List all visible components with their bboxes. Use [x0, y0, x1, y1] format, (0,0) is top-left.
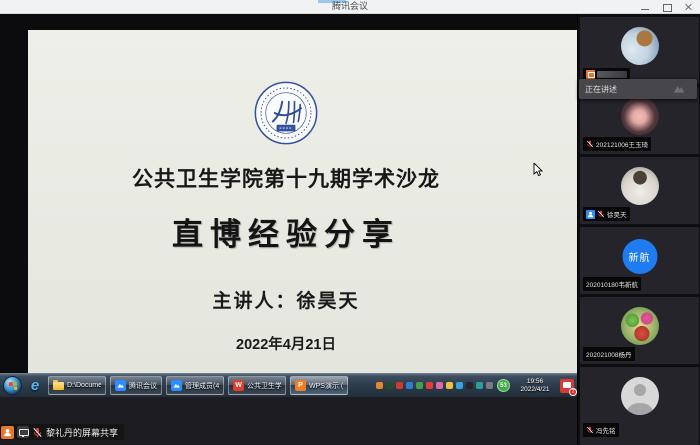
avatar — [621, 167, 659, 205]
participant-name-obscured — [597, 71, 627, 78]
slide-main-title: 直博经验分享 — [28, 209, 544, 254]
participant-name-tag: 202021008杨丹 — [583, 347, 635, 361]
tray-icon[interactable] — [466, 382, 473, 389]
tray-icon[interactable] — [396, 382, 403, 389]
college-seal-logo — [253, 80, 319, 146]
start-button-icon[interactable] — [3, 376, 22, 395]
host-badge-icon — [586, 210, 595, 219]
meeting-bottom-area: 黎礼丹的屏幕共享 — [0, 397, 577, 445]
avatar-initials: 新航 — [622, 239, 657, 274]
tray-icons — [376, 382, 493, 389]
tray-icon[interactable] — [416, 382, 423, 389]
clock-date: 2022/4/21 — [514, 386, 556, 394]
sharer-person-icon — [1, 426, 14, 439]
muted-mic-icon — [597, 210, 605, 218]
taskbar-button-wps-presentation[interactable]: P WPS演示 (07... — [290, 376, 348, 395]
participant-tile[interactable]: 冯先铭 — [580, 367, 699, 445]
taskbar-button-members[interactable]: 管理成员(40) — [166, 376, 224, 395]
participants-sidebar: 正在讲述 202121006王玉琦 徐昊天 新航 202010180韦新航 20… — [577, 14, 700, 445]
maximize-button[interactable] — [660, 1, 674, 13]
participant-tile[interactable] — [580, 17, 699, 84]
minimize-button[interactable] — [638, 1, 652, 13]
participant-tile[interactable]: 新航 202010180韦新航 — [580, 227, 699, 294]
notification-badge: 2 — [569, 388, 577, 396]
taskbar-button-wps-doc[interactable]: W 公共卫生学院... — [228, 376, 286, 395]
participant-name-tag: 202121006王玉琦 — [583, 137, 651, 151]
clock-time: 19:56 — [514, 378, 556, 386]
screen-share-text: 黎礼丹的屏幕共享 — [46, 426, 118, 439]
muted-mic-icon — [586, 426, 594, 434]
shared-screen-area: 公共卫生学院第十九期学术沙龙 直博经验分享 主讲人：徐昊天 2022年4月21日… — [0, 14, 577, 445]
internet-explorer-icon[interactable]: e — [26, 376, 44, 396]
slide-date: 2022年4月21日 — [28, 333, 544, 354]
window-title: 腾讯会议 — [332, 0, 368, 13]
tray-icon[interactable] — [436, 382, 443, 389]
tray-icon[interactable] — [456, 382, 463, 389]
slide-presenter: 主讲人：徐昊天 — [28, 286, 544, 313]
participant-name-tag: 202010180韦新航 — [583, 277, 641, 291]
notification-icon[interactable]: 2 — [560, 379, 574, 393]
folder-icon — [53, 382, 64, 390]
wps-office-icon: W — [233, 380, 244, 391]
tray-icon[interactable] — [446, 382, 453, 389]
screen-share-status-bar: 黎礼丹的屏幕共享 — [0, 424, 124, 440]
tray-icon[interactable] — [486, 382, 493, 389]
participant-name-tag: 冯先铭 — [583, 423, 619, 437]
muted-mic-icon — [586, 140, 594, 148]
tencent-meeting-icon — [115, 380, 126, 391]
meeting-watermark-icon — [671, 83, 687, 95]
participant-tile[interactable]: 202021008杨丹 — [580, 297, 699, 364]
taskbar-button-explorer[interactable]: D:\Document... — [48, 376, 106, 395]
slide-series-title: 公共卫生学院第十九期学术沙龙 — [28, 163, 544, 193]
screen-share-icon — [17, 426, 29, 438]
avatar — [621, 27, 659, 65]
sharing-indicator-icon — [586, 70, 595, 79]
tray-icon[interactable] — [426, 382, 433, 389]
avatar — [621, 97, 659, 135]
tray-icon[interactable] — [386, 382, 393, 389]
close-button[interactable] — [682, 1, 696, 13]
windows-taskbar: e D:\Document... 腾讯会议 管理成员(40) W 公共卫生学院.… — [0, 373, 577, 397]
window-titlebar: 腾讯会议 — [0, 0, 700, 14]
avatar — [621, 307, 659, 345]
speaking-tooltip: 正在讲述 — [579, 79, 697, 99]
avatar-placeholder — [621, 377, 659, 415]
taskbar-button-meeting[interactable]: 腾讯会议 — [110, 376, 162, 395]
taskbar-clock[interactable]: 19:56 2022/4/21 — [514, 378, 556, 394]
tray-icon[interactable] — [476, 382, 483, 389]
participant-tile[interactable]: 徐昊天 — [580, 157, 699, 224]
tencent-meeting-icon — [171, 380, 182, 391]
tray-icon[interactable] — [376, 382, 383, 389]
presentation-slide: 公共卫生学院第十九期学术沙龙 直博经验分享 主讲人：徐昊天 2022年4月21日 — [28, 30, 577, 373]
wps-presentation-icon: P — [295, 380, 306, 391]
tray-icon[interactable] — [406, 382, 413, 389]
participant-name-tag: 徐昊天 — [583, 207, 630, 221]
muted-mic-icon — [32, 427, 43, 438]
mouse-cursor-icon — [533, 163, 543, 177]
security-score-icon[interactable]: 53 — [497, 379, 510, 392]
